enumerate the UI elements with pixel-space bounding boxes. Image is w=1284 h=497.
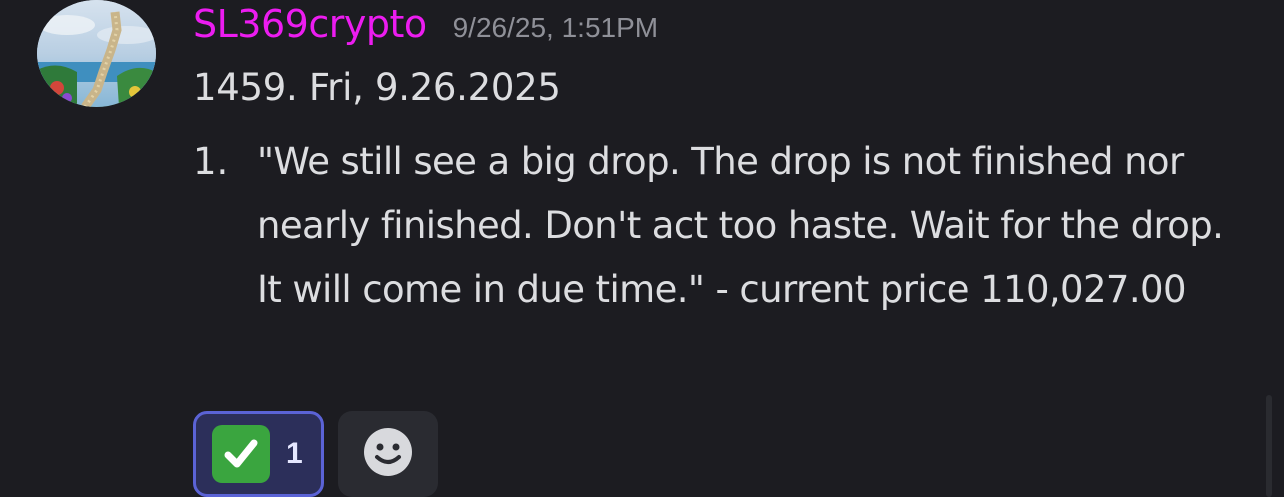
list-item-text: "We still see a big drop. The drop is no… (257, 140, 1224, 311)
avatar[interactable] (37, 0, 156, 107)
list-item-number: 1. (193, 140, 229, 183)
reaction-check-button[interactable]: 1 (193, 411, 324, 497)
chat-message: SL369crypto 9/26/25, 1:51PM 1459. Fri, 9… (0, 0, 1284, 497)
message-header: SL369crypto 9/26/25, 1:51PM (193, 2, 658, 52)
reactions-bar: 1 (193, 411, 438, 497)
avatar-stairway-image (37, 0, 156, 107)
reaction-count: 1 (286, 437, 303, 470)
author-name[interactable]: SL369crypto (193, 2, 427, 46)
add-reaction-button[interactable] (338, 411, 438, 497)
message-timestamp: 9/26/25, 1:51PM (452, 12, 659, 43)
message-title: 1459. Fri, 9.26.2025 (193, 66, 561, 109)
scrollbar[interactable] (1266, 395, 1272, 497)
smiley-face-icon (362, 426, 414, 482)
white-check-mark-icon (212, 425, 270, 483)
